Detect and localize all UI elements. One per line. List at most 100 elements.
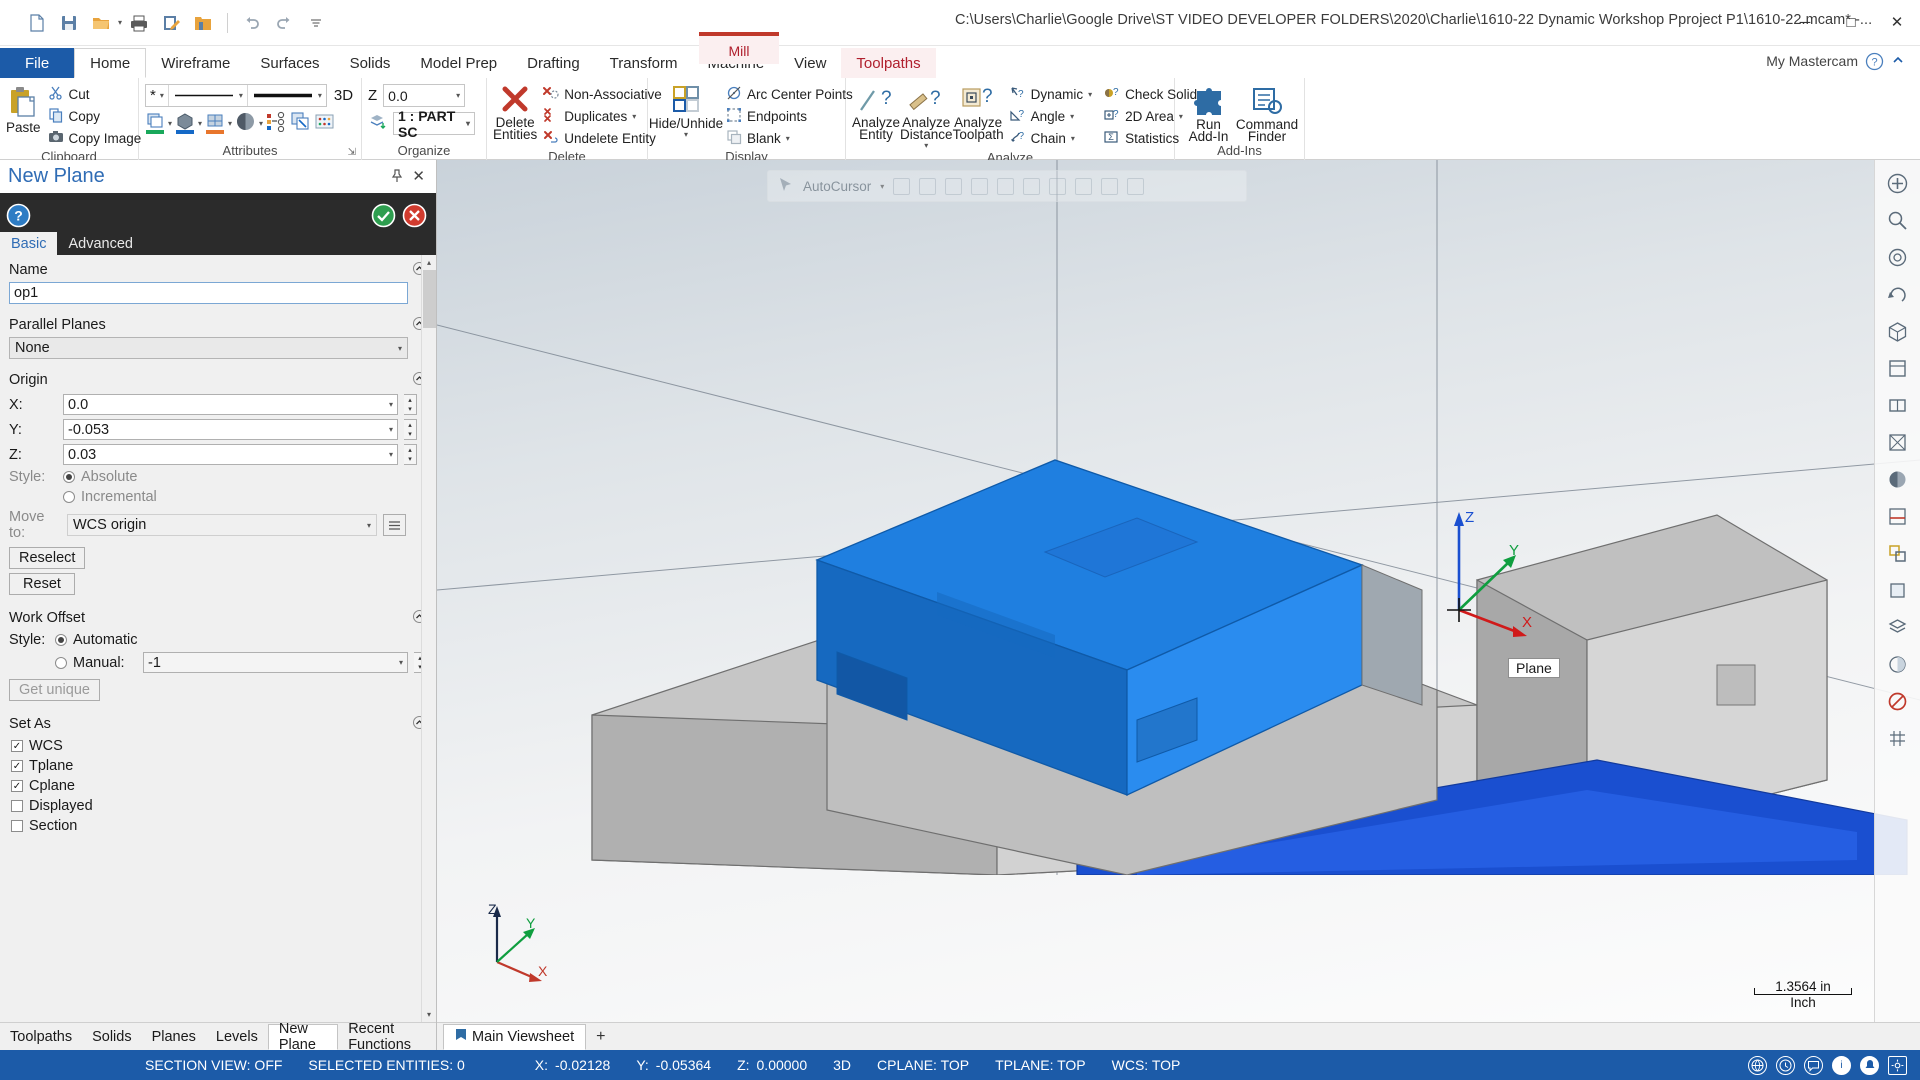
autocursor-option-7-icon[interactable] [1049,177,1067,195]
hide-unhide-caret-icon[interactable]: ▾ [684,130,688,139]
attribute-manager-button[interactable] [314,111,335,136]
blank-entities-icon[interactable] [1883,575,1913,605]
point-style-caret-icon[interactable]: ▾ [160,91,164,100]
line-width-selector[interactable]: ▾ [248,85,326,106]
globe-icon[interactable] [1748,1055,1767,1075]
tab-model-prep[interactable]: Model Prep [405,48,512,78]
status-section-view[interactable]: SECTION VIEW: OFF [132,1057,295,1073]
endpoints-button[interactable]: Endpoints [723,106,856,127]
analyze-entity-button[interactable]: ? Analyze Entity [852,82,900,141]
angle-caret-icon[interactable]: ▾ [1070,112,1074,121]
tab-toolpaths[interactable]: Toolpaths [841,48,936,78]
minimize-button[interactable]: ─ [1782,0,1828,44]
panel-cancel-button[interactable] [402,203,427,232]
isometric-view-icon[interactable] [1883,316,1913,346]
autocursor-option-2-icon[interactable] [919,177,937,195]
open-caret-icon[interactable]: ▾ [118,18,122,27]
new-icon[interactable] [22,8,52,38]
close-button[interactable]: ✕ [1874,0,1920,44]
panel-scroll-down-icon[interactable]: ▾ [422,1007,436,1022]
point-style-selector[interactable]: * ▾ [146,85,169,106]
front-view-icon[interactable] [1883,390,1913,420]
redo-icon[interactable] [269,8,299,38]
copy-button[interactable]: Copy [45,106,145,127]
autocursor-option-4-icon[interactable] [971,177,989,195]
set-as-displayed-checkbox[interactable] [11,800,23,812]
bottom-tab-recent-functions[interactable]: Recent Functions [338,1021,436,1053]
reselect-button[interactable]: Reselect [9,547,86,569]
delete-duplicates-button[interactable]: Duplicates ▾ [540,106,665,127]
autocursor-option-3-icon[interactable] [945,177,963,195]
origin-y-input[interactable]: -0.053 ▾ [63,419,398,440]
tab-solids[interactable]: Solids [335,48,406,78]
analyze-toolpath-button[interactable]: ? Analyze Toolpath [953,82,1004,141]
panel-scroll-up-icon[interactable]: ▴ [422,255,436,270]
origin-z-stepper[interactable]: ▴ ▾ [404,444,417,465]
reset-button[interactable]: Reset [9,573,75,595]
set-as-wcs-checkbox[interactable]: ✓ [11,740,23,752]
z-depth-caret-icon[interactable]: ▾ [456,91,460,100]
clock-icon[interactable] [1776,1055,1795,1075]
work-offset-manual-input[interactable]: -1 ▾ [143,652,408,673]
autocursor-option-1-icon[interactable] [893,177,911,195]
surface-color-caret-icon[interactable]: ▾ [228,119,232,128]
customize-icon[interactable] [301,8,331,38]
status-cplane[interactable]: CPLANE: TOP [864,1057,982,1073]
autocursor-caret-icon[interactable]: ▾ [880,182,884,191]
clear-colors-button[interactable] [290,111,311,136]
tab-home[interactable]: Home [74,48,147,78]
line-style-selector[interactable]: ▾ [169,85,248,106]
origin-x-stepper[interactable]: ▴ ▾ [404,394,417,415]
cut-button[interactable]: Cut [45,84,145,105]
bottom-tab-planes[interactable]: Planes [142,1024,206,1050]
delete-non-associative-button[interactable]: Non-Associative [540,84,665,105]
parallel-planes-select[interactable]: None ▾ [9,337,408,359]
panel-close-icon[interactable]: ✕ [412,167,425,185]
command-finder-button[interactable]: Command Finder [1236,82,1298,143]
set-as-wcs-row[interactable]: ✓ WCS [0,736,436,756]
undo-icon[interactable] [237,8,267,38]
set-as-tplane-row[interactable]: ✓ Tplane [0,756,436,776]
panel-ok-button[interactable] [371,203,396,232]
solid-color-caret-icon[interactable]: ▾ [198,119,202,128]
move-to-list-button[interactable] [383,514,406,536]
autocursor-option-6-icon[interactable] [1023,177,1041,195]
status-mode-toggle[interactable]: 3D [820,1057,864,1073]
line-width-caret-icon[interactable]: ▾ [318,91,322,100]
viewsheet-tab-main[interactable]: Main Viewsheet [443,1023,587,1050]
panel-tab-basic[interactable]: Basic [0,232,58,255]
origin-style-absolute-radio[interactable] [63,471,75,483]
open-icon[interactable] [86,8,116,38]
pin-icon[interactable] [390,169,404,187]
viewsheet-add-button[interactable]: + [586,1028,615,1046]
arc-center-points-button[interactable]: Arc Center Points [723,84,856,105]
graphics-viewport[interactable]: Z X Y Z X Y AutoCursor ▾ Plane 1.3564 in… [437,160,1920,1050]
set-as-section-checkbox[interactable] [11,820,23,832]
origin-z-caret-icon[interactable]: ▾ [389,450,393,459]
bottom-tab-toolpaths[interactable]: Toolpaths [0,1024,82,1050]
bottom-tab-solids[interactable]: Solids [82,1024,142,1050]
paste-button[interactable]: Paste [6,82,41,134]
shaded-display-icon[interactable] [1883,464,1913,494]
shading-caret-icon[interactable]: ▾ [259,119,263,128]
plane-name-input[interactable]: op1 [9,282,408,304]
no-entry-icon[interactable] [1883,686,1913,716]
set-as-cplane-checkbox[interactable]: ✓ [11,780,23,792]
zoom-window-icon[interactable] [1883,205,1913,235]
edit-note-icon[interactable] [156,8,186,38]
help-icon[interactable]: ? [1865,52,1884,75]
undelete-entity-button[interactable]: Undelete Entity [540,128,665,149]
move-to-select[interactable]: WCS origin ▾ [67,514,377,536]
dynamic-rotate-icon[interactable] [1883,279,1913,309]
blank-button[interactable]: Blank ▾ [723,128,856,149]
info-icon[interactable]: i [1832,1055,1851,1075]
origin-y-stepper[interactable]: ▴ ▾ [404,419,417,440]
my-mastercam-link[interactable]: My Mastercam [1766,53,1858,69]
bottom-tab-levels[interactable]: Levels [206,1024,268,1050]
wireframe-color-caret-icon[interactable]: ▾ [168,119,172,128]
set-as-tplane-checkbox[interactable]: ✓ [11,760,23,772]
z-depth-input[interactable]: 0.0 ▾ [383,84,466,107]
tab-surfaces[interactable]: Surfaces [245,48,334,78]
tab-view[interactable]: View [779,48,841,78]
autocursor-option-5-icon[interactable] [997,177,1015,195]
